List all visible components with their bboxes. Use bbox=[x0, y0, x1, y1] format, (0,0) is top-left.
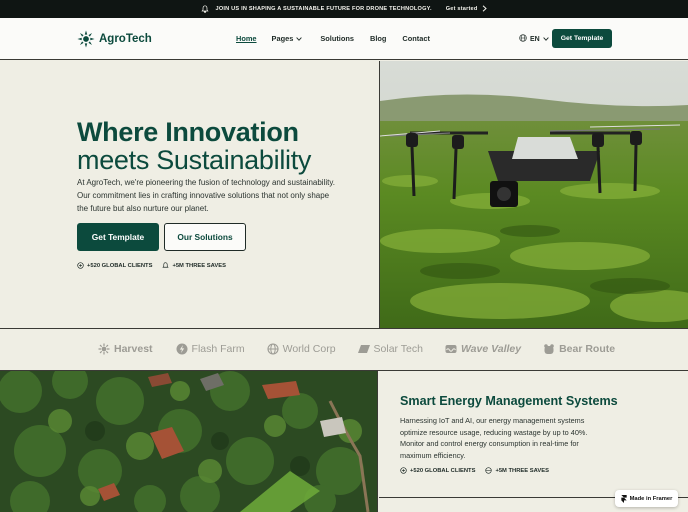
drone-field-image bbox=[379, 61, 688, 328]
bell-icon bbox=[201, 5, 210, 14]
brand-solar-tech: Solar Tech bbox=[357, 343, 423, 355]
feature-title: Smart Energy Management Systems bbox=[400, 394, 618, 408]
get-template-nav-button[interactable]: Get Template bbox=[552, 29, 612, 48]
wave-icon bbox=[445, 345, 457, 353]
brand-harvest-label: Harvest bbox=[114, 343, 153, 355]
nav-item-solutions[interactable]: Solutions bbox=[320, 34, 354, 43]
globe-icon bbox=[485, 467, 493, 474]
partner-logos-strip: Harvest Flash Farm World Corp Solar Tech… bbox=[0, 329, 688, 371]
get-started-link[interactable]: Get started bbox=[445, 4, 488, 14]
brand-harvest: Harvest bbox=[98, 343, 153, 355]
brand-flash-farm: Flash Farm bbox=[176, 343, 245, 355]
stat-clients-label: +520 GLOBAL CLIENTS bbox=[87, 262, 153, 269]
stat-saves-label: +5M THREE SAVES bbox=[172, 262, 226, 269]
brand-logo[interactable]: AgroTech bbox=[77, 30, 152, 48]
globe-icon bbox=[519, 34, 527, 44]
feature-description: Harnessing IoT and AI, our energy manage… bbox=[400, 416, 588, 460]
hero-title-line1: Where Innovation bbox=[77, 117, 299, 147]
chevron-down-icon bbox=[296, 34, 303, 43]
get-started-label: Get started bbox=[445, 6, 478, 12]
sun-icon bbox=[98, 343, 110, 355]
hero-title-line2: meets Sustainability bbox=[77, 145, 312, 175]
solar-panel-icon bbox=[357, 345, 370, 353]
nav-item-pages[interactable]: Pages bbox=[272, 34, 303, 43]
nav-item-pages-label: Pages bbox=[271, 34, 294, 43]
made-in-framer-badge[interactable]: Made in Framer bbox=[615, 490, 678, 507]
stat-clients: +520 GLOBAL CLIENTS bbox=[400, 467, 475, 474]
brand-bear-route-label: Bear Route bbox=[559, 343, 616, 355]
stat-clients-label: +520 GLOBAL CLIENTS bbox=[410, 467, 476, 474]
chevron-down-icon bbox=[543, 36, 549, 43]
stat-saves: +5M THREE SAVES bbox=[162, 262, 226, 269]
nav-item-home[interactable]: Home bbox=[236, 34, 257, 43]
lightning-icon bbox=[176, 343, 188, 355]
announcement-bar: JOIN US IN SHAPING A SUSTAINABLE FUTURE … bbox=[0, 0, 688, 18]
stat-saves: +5M THREE SAVES bbox=[485, 467, 549, 474]
brand-world-corp: World Corp bbox=[267, 343, 336, 355]
sun-leaf-logo-icon bbox=[77, 30, 95, 48]
get-template-button[interactable]: Get Template bbox=[77, 223, 159, 251]
badge-label: Made in Framer bbox=[629, 495, 673, 502]
globe-icon bbox=[267, 343, 279, 355]
brand-name: AgroTech bbox=[99, 33, 152, 45]
language-selector[interactable]: EN bbox=[519, 34, 549, 44]
brand-flash-farm-label: Flash Farm bbox=[191, 343, 245, 355]
brand-list: Harvest Flash Farm World Corp Solar Tech… bbox=[98, 343, 615, 355]
nav-item-blog[interactable]: Blog bbox=[370, 34, 386, 43]
bear-icon bbox=[544, 344, 554, 354]
brand-world-corp-label: World Corp bbox=[282, 343, 336, 355]
announcement-text: JOIN US IN SHAPING A SUSTAINABLE FUTURE … bbox=[215, 6, 432, 12]
nav-item-contact[interactable]: Contact bbox=[402, 34, 430, 43]
coin-icon bbox=[400, 467, 407, 474]
hero-stats: +520 GLOBAL CLIENTS +5M THREE SAVES bbox=[77, 262, 226, 269]
hero-description: At AgroTech, we're pioneering the fusion… bbox=[77, 178, 335, 213]
brand-solar-tech-label: Solar Tech bbox=[373, 343, 423, 355]
aerial-village-image bbox=[0, 371, 378, 512]
top-navigation: AgroTech Home Pages Solutions Blog Conta… bbox=[0, 18, 688, 60]
stat-saves-label: +5M THREE SAVES bbox=[495, 467, 549, 474]
brand-bear-route: Bear Route bbox=[543, 343, 615, 355]
main-menu: Home Pages Solutions Blog Contact bbox=[236, 34, 430, 43]
our-solutions-button[interactable]: Our Solutions bbox=[164, 223, 246, 251]
framer-logo-icon bbox=[620, 494, 627, 503]
language-label: EN bbox=[530, 35, 540, 43]
brand-wave-valley-label: Wave Valley bbox=[460, 343, 522, 355]
coin-icon bbox=[77, 262, 84, 269]
bell-icon bbox=[162, 262, 170, 268]
stat-clients: +520 GLOBAL CLIENTS bbox=[77, 262, 152, 269]
feature-stats: +520 GLOBAL CLIENTS +5M THREE SAVES bbox=[400, 467, 549, 474]
brand-wave-valley: Wave Valley bbox=[445, 343, 521, 355]
chevron-right-icon bbox=[482, 4, 488, 14]
